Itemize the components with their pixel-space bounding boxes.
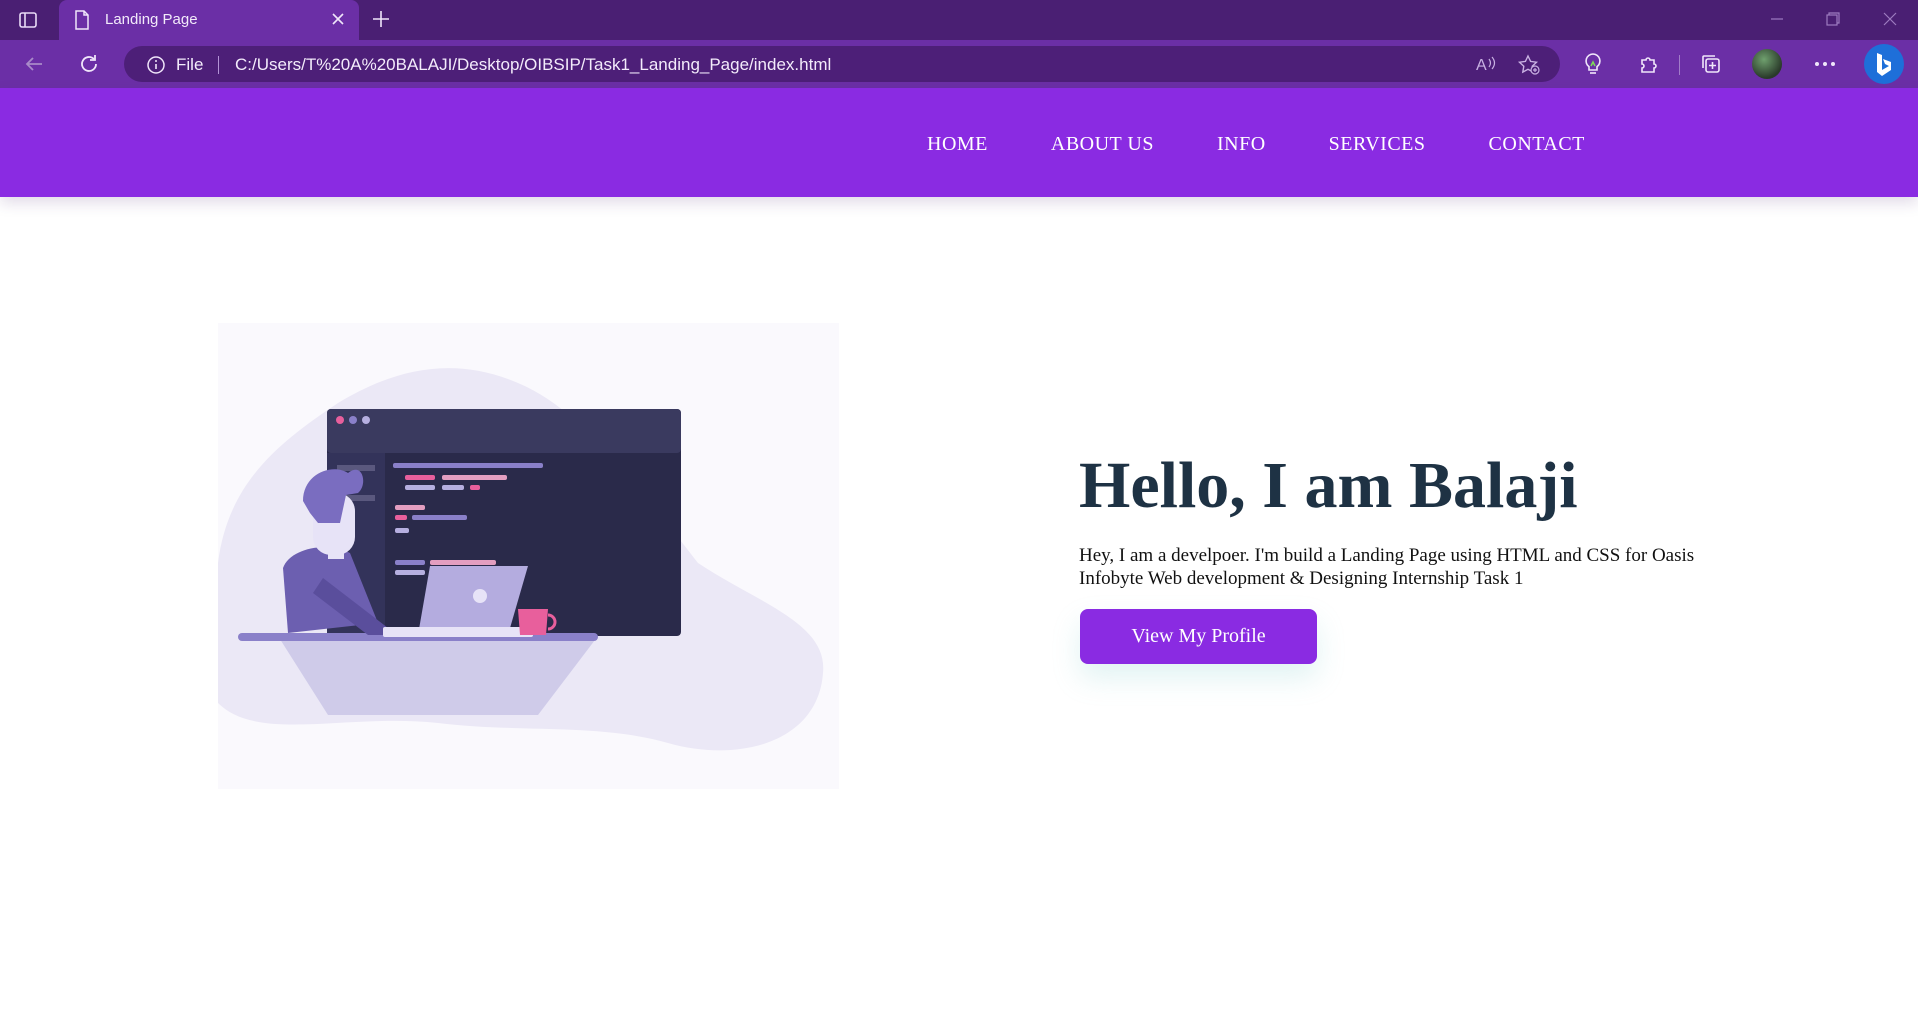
hero-text: Hello, I am Balaji Hey, I am a develpoer…: [1079, 446, 1699, 590]
info-icon[interactable]: [146, 55, 166, 80]
close-tab-icon[interactable]: [329, 10, 347, 33]
minimize-icon[interactable]: [1768, 10, 1786, 33]
nav-about-us[interactable]: ABOUT US: [1051, 133, 1154, 156]
new-tab-icon[interactable]: [370, 8, 392, 35]
nav-services[interactable]: SERVICES: [1329, 133, 1426, 156]
nav-info[interactable]: INFO: [1217, 133, 1266, 156]
nav-contact[interactable]: CONTACT: [1489, 133, 1585, 156]
browser-address-bar: File C:/Users/T%20A%20BALAJI/Desktop/OIB…: [0, 40, 1918, 88]
hero-title: Hello, I am Balaji: [1079, 449, 1578, 522]
add-favorite-icon[interactable]: [1517, 54, 1541, 81]
collections-icon[interactable]: [1699, 52, 1723, 76]
toolbar-divider: [1679, 55, 1680, 75]
page-icon: [74, 10, 90, 35]
browser-tab-bar: Landing Page: [0, 0, 1918, 40]
read-aloud-icon[interactable]: A: [1475, 54, 1497, 79]
close-window-icon[interactable]: [1881, 10, 1899, 33]
browser-tab[interactable]: Landing Page: [59, 0, 359, 40]
refresh-icon[interactable]: [77, 52, 101, 76]
tab-title: Landing Page: [105, 11, 198, 28]
tab-actions-icon[interactable]: [16, 8, 40, 32]
more-options-icon[interactable]: [1813, 52, 1837, 76]
address-field[interactable]: File C:/Users/T%20A%20BALAJI/Desktop/OIB…: [124, 46, 1560, 82]
main-nav: HOME ABOUT US INFO SERVICES CONTACT: [927, 133, 1648, 156]
back-icon[interactable]: [22, 52, 46, 76]
file-label: File: [176, 55, 204, 74]
extensions-icon[interactable]: [1637, 52, 1661, 76]
svg-text:A: A: [1476, 57, 1487, 74]
separator: [218, 56, 219, 74]
profile-avatar[interactable]: [1752, 49, 1782, 79]
hero-description: Hey, I am a develpoer. I'm build a Landi…: [1079, 545, 1695, 589]
restore-icon[interactable]: [1824, 10, 1842, 33]
developer-illustration-icon: [218, 323, 839, 789]
tips-icon[interactable]: [1581, 52, 1605, 76]
url-text[interactable]: C:/Users/T%20A%20BALAJI/Desktop/OIBSIP/T…: [235, 55, 831, 75]
nav-home[interactable]: HOME: [927, 133, 988, 156]
bing-copilot-icon[interactable]: [1864, 44, 1904, 84]
view-profile-button[interactable]: View My Profile: [1080, 609, 1317, 664]
site-header: HOME ABOUT US INFO SERVICES CONTACT: [0, 88, 1918, 197]
